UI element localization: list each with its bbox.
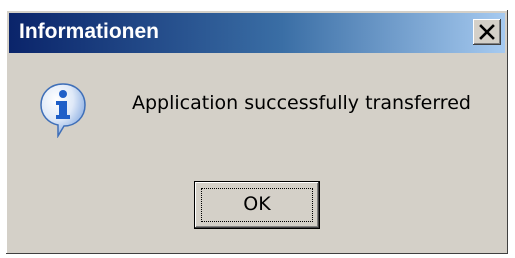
close-icon bbox=[479, 24, 495, 40]
dialog-title: Informationen bbox=[19, 20, 159, 43]
info-icon bbox=[40, 83, 86, 138]
dialog-message: Application successfully transferred bbox=[132, 92, 471, 114]
ok-button-label: OK bbox=[243, 193, 271, 215]
message-dialog: Informationen Application successfully t… bbox=[6, 10, 508, 254]
close-button[interactable] bbox=[473, 19, 501, 45]
ok-button[interactable]: OK bbox=[194, 181, 320, 229]
title-bar[interactable]: Informationen bbox=[9, 13, 505, 53]
